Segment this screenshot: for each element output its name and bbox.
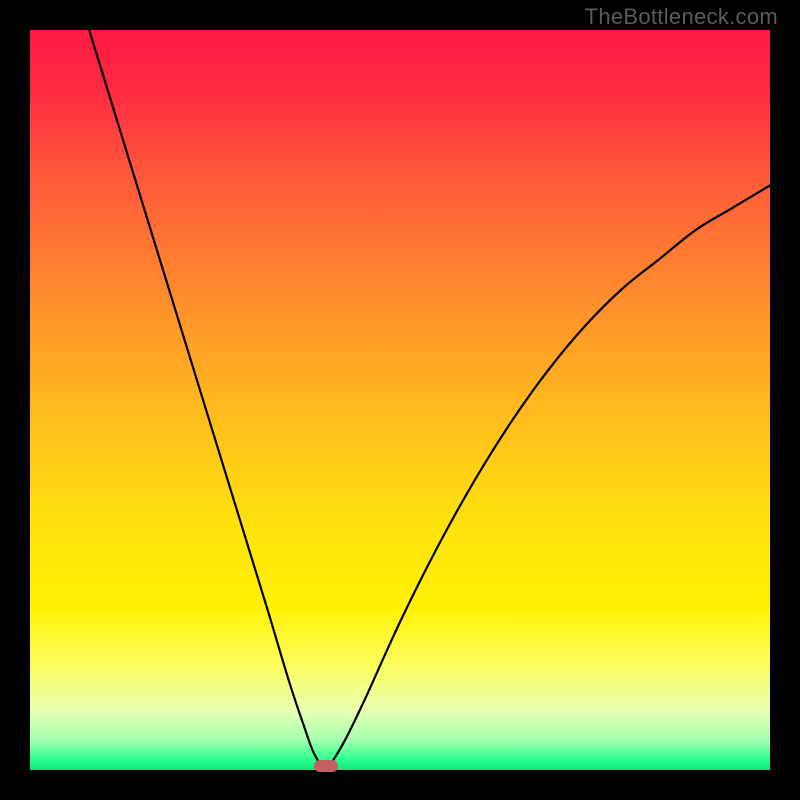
plot-area [30, 30, 770, 770]
optimal-point-marker [314, 760, 338, 772]
chart-container: TheBottleneck.com [0, 0, 800, 800]
bottleneck-curve [30, 30, 770, 770]
watermark-text: TheBottleneck.com [585, 4, 778, 30]
plot-frame [30, 30, 770, 770]
